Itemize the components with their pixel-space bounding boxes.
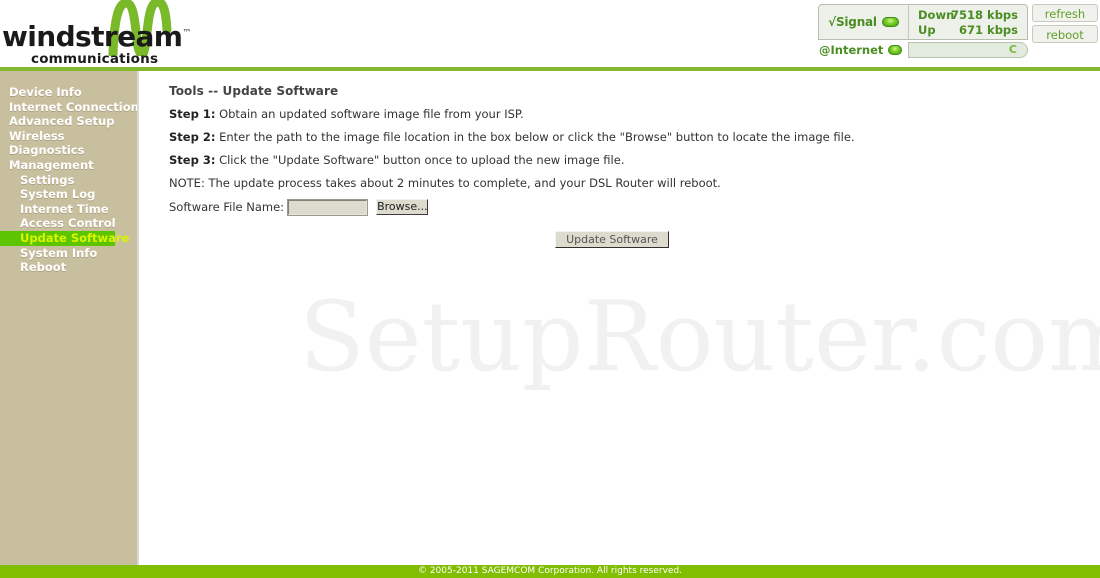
step-3-text: Click the "Update Software" button once … <box>215 153 625 167</box>
page-header: windstream™ communications √Signal Down … <box>0 0 1100 68</box>
software-file-name-label: Software File Name: <box>169 200 285 214</box>
sidebar-item-system-info[interactable]: System Info <box>0 246 137 261</box>
sidebar-item-device-info[interactable]: Device Info <box>0 85 137 100</box>
status-readout-box: √Signal Down 7518 kbps Up 671 kbps <box>818 4 1028 40</box>
footer-copyright: © 2005-2011 SAGEMCOM Corporation. All ri… <box>0 565 1100 578</box>
brand-wordmark: windstream™ <box>2 20 191 53</box>
signal-led-icon <box>881 17 899 27</box>
sidebar-item-internet-time[interactable]: Internet Time <box>0 202 137 217</box>
sidebar-item-system-log[interactable]: System Log <box>0 187 137 202</box>
sidebar-item-reboot[interactable]: Reboot <box>0 260 137 275</box>
downstream-label: Down <box>918 8 955 22</box>
site-watermark: SetupRouter.com <box>299 281 1100 393</box>
internet-label: @Internet <box>819 43 884 57</box>
refresh-button[interactable]: refresh <box>1032 4 1098 22</box>
step-2-prefix: Step 2: <box>169 130 216 144</box>
signal-label: √Signal <box>828 15 877 29</box>
step-3-line: Step 3: Click the "Update Software" butt… <box>169 153 624 167</box>
reboot-button[interactable]: reboot <box>1032 25 1098 43</box>
page-title: Tools -- Update Software <box>169 84 339 98</box>
step-1-text: Obtain an updated software image file fr… <box>215 107 524 121</box>
browse-button[interactable]: Browse... <box>376 199 429 215</box>
status-panel: √Signal Down 7518 kbps Up 671 kbps @Inte… <box>818 4 1100 60</box>
upstream-rate-row: Up 671 kbps <box>910 23 1022 38</box>
sidebar-item-advanced-setup[interactable]: Advanced Setup <box>0 114 137 129</box>
downstream-value: 7518 kbps <box>951 8 1018 22</box>
sidebar-item-management[interactable]: Management <box>0 158 137 173</box>
update-software-button[interactable]: Update Software <box>555 231 669 248</box>
upstream-value: 671 kbps <box>959 23 1018 37</box>
rate-readout: Down 7518 kbps Up 671 kbps <box>910 6 1028 39</box>
update-note: NOTE: The update process takes about 2 m… <box>169 176 721 190</box>
header-button-stack: refresh reboot <box>1032 4 1098 46</box>
internet-status-row: @Internet C <box>818 41 1028 59</box>
internet-progress-bar: C <box>908 42 1028 58</box>
internet-led-icon <box>888 45 903 55</box>
brand-tagline: communications <box>31 51 159 67</box>
step-3-prefix: Step 3: <box>169 153 216 167</box>
signal-status-cell: √Signal <box>819 5 909 39</box>
sidebar-item-update-software[interactable]: Update Software <box>0 230 129 246</box>
downstream-rate-row: Down 7518 kbps <box>910 8 1022 23</box>
upstream-label: Up <box>918 23 936 37</box>
trademark-symbol: ™ <box>182 28 191 39</box>
sidebar-item-access-control[interactable]: Access Control <box>0 216 137 231</box>
software-file-name-input[interactable] <box>287 198 369 216</box>
step-1-prefix: Step 1: <box>169 107 216 121</box>
sidebar-item-internet-connection[interactable]: Internet Connection <box>0 100 139 115</box>
step-1-line: Step 1: Obtain an updated software image… <box>169 107 524 121</box>
main-content: Tools -- Update Software Step 1: Obtain … <box>139 71 1100 565</box>
brand-logo: windstream™ communications <box>0 0 230 67</box>
sidebar-nav: Device Info Internet Connection Advanced S… <box>0 85 139 275</box>
step-2-line: Step 2: Enter the path to the image file… <box>169 130 855 144</box>
sidebar: Device Info Internet Connection Advanced S… <box>0 71 139 565</box>
sidebar-item-diagnostics[interactable]: Diagnostics <box>0 143 137 158</box>
progress-indicator-text: C <box>1008 43 1017 56</box>
sidebar-item-wireless[interactable]: Wireless <box>0 129 137 144</box>
step-2-text: Enter the path to the image file locatio… <box>215 130 855 144</box>
file-selection-row: Software File Name: Browse... <box>169 196 429 218</box>
sidebar-item-settings[interactable]: Settings <box>0 173 137 188</box>
brand-name: windstream <box>2 20 183 53</box>
